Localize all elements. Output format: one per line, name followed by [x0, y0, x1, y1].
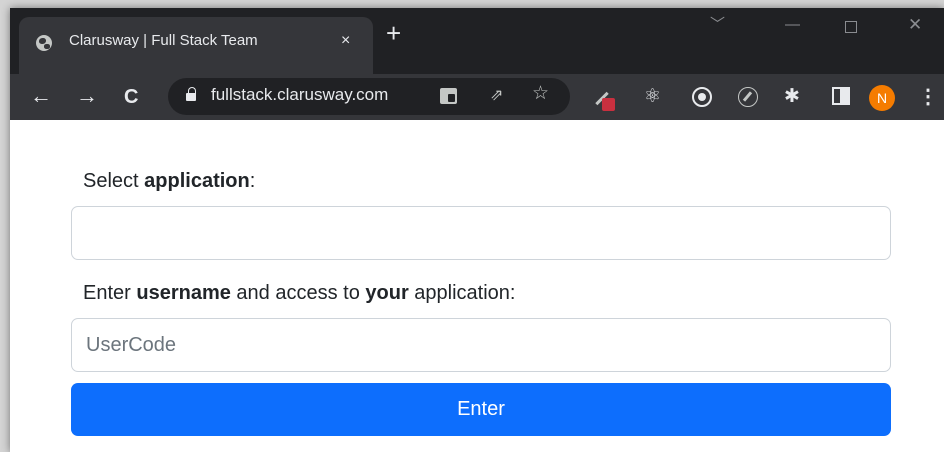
browser-toolbar: ← → C fullstack.clarusway.com ⇗ ☆ ⚛ ✱ N …: [10, 74, 944, 120]
forward-button[interactable]: →: [76, 83, 98, 109]
browser-window: Clarusway | Full Stack Team × + ﹀ — ✕ ← …: [10, 8, 944, 452]
side-panel-icon[interactable]: [832, 87, 850, 105]
url-text[interactable]: fullstack.clarusway.com: [211, 85, 388, 105]
lock-icon[interactable]: [186, 87, 196, 101]
tab-close-icon[interactable]: ×: [341, 31, 350, 51]
tab-strip: Clarusway | Full Stack Team × + ﹀ — ✕: [10, 8, 944, 74]
close-window-button[interactable]: ✕: [908, 15, 922, 35]
new-tab-button[interactable]: +: [386, 20, 401, 46]
compass-extension-icon[interactable]: [738, 87, 758, 107]
address-bar[interactable]: fullstack.clarusway.com ⇗ ☆: [168, 78, 570, 115]
menu-kebab-icon[interactable]: ⋮: [918, 84, 938, 110]
pen-extension-icon[interactable]: [594, 88, 618, 111]
profile-avatar[interactable]: N: [869, 85, 895, 111]
page-content: Select application: Enter username and a…: [10, 120, 944, 452]
reload-button[interactable]: C: [124, 84, 138, 110]
username-label: Enter username and access to your applic…: [83, 282, 516, 304]
application-label: Select application:: [83, 170, 256, 192]
share-icon[interactable]: ⇗: [490, 86, 503, 106]
back-button[interactable]: ←: [30, 83, 52, 109]
extensions-puzzle-icon[interactable]: ✱: [784, 85, 800, 109]
bookmark-star-icon[interactable]: ☆: [532, 84, 549, 104]
maximize-button[interactable]: [845, 21, 857, 33]
enter-button[interactable]: Enter: [71, 383, 891, 436]
react-devtools-icon[interactable]: ⚛: [644, 85, 661, 109]
extension-badge: [602, 98, 615, 111]
browser-tab[interactable]: Clarusway | Full Stack Team ×: [19, 17, 373, 74]
application-input[interactable]: [71, 206, 891, 260]
minimize-button[interactable]: —: [785, 15, 800, 35]
translate-icon[interactable]: [440, 88, 457, 104]
tab-search-chevron-icon[interactable]: ﹀: [710, 15, 725, 35]
target-extension-icon[interactable]: [692, 87, 712, 107]
globe-icon: [36, 35, 52, 51]
usercode-input[interactable]: [71, 318, 891, 372]
tab-title: Clarusway | Full Stack Team: [69, 32, 258, 49]
